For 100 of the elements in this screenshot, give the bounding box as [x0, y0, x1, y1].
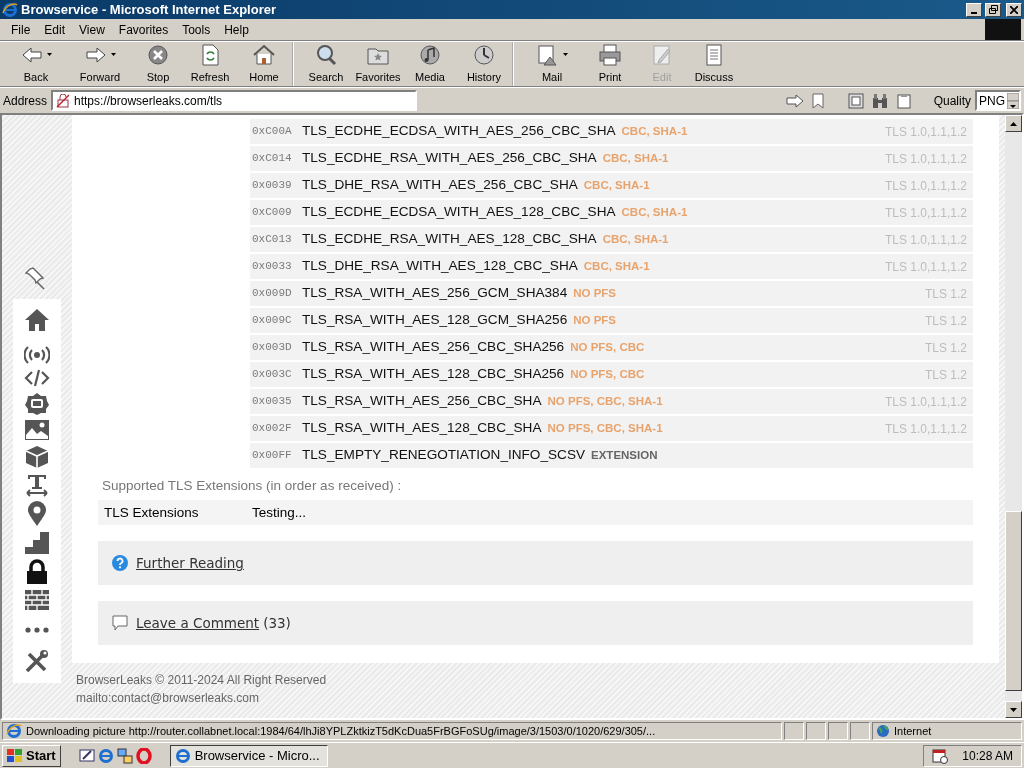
opera-icon[interactable]: [135, 747, 152, 764]
restore-button[interactable]: [985, 2, 1001, 17]
cipher-tags: NO PFS, CBC, SHA-1: [547, 419, 663, 438]
comment-link[interactable]: Leave a Comment: [136, 613, 260, 634]
cipher-code: 0x00FF: [252, 448, 293, 464]
toolbar-button[interactable]: Back: [4, 42, 68, 86]
minimize-icon: [971, 11, 977, 14]
cipher-tags: CBC, SHA-1: [602, 230, 669, 249]
cipher-tags: NO PFS, CBC: [570, 365, 645, 384]
cipher-code: 0xC00A: [252, 124, 293, 140]
menu-item[interactable]: View: [72, 19, 112, 40]
menu-item[interactable]: Help: [217, 19, 256, 40]
down-arrow-icon: [1010, 707, 1017, 712]
minimize-button[interactable]: [966, 2, 982, 17]
cipher-name: TLS_RSA_WITH_AES_128_GCM_SHA256: [302, 311, 568, 330]
window-title: Browservice - Microsoft Internet Explorer: [21, 0, 276, 19]
cipher-code: 0x003D: [252, 340, 293, 356]
cipher-code: 0xC014: [252, 151, 293, 167]
broken-lock-icon: [56, 93, 71, 108]
start-button[interactable]: Start: [2, 744, 61, 767]
home-icon[interactable]: [24, 307, 50, 333]
scroll-up-button[interactable]: [1005, 115, 1022, 132]
browser-icon: [2, 1, 18, 18]
toolbar-button[interactable]: Mail: [520, 42, 584, 86]
quality-spinner[interactable]: PNG: [975, 90, 1021, 111]
caret-icon: [563, 53, 568, 57]
bookmark-button[interactable]: [809, 92, 826, 109]
menu-item[interactable]: File: [4, 19, 38, 40]
toolbar-button[interactable]: Search: [300, 42, 352, 86]
cipher-tags: CBC, SHA-1: [583, 257, 650, 276]
cipher-name: TLS_RSA_WITH_AES_128_CBC_SHA: [302, 419, 542, 438]
toolbar-button[interactable]: History: [456, 42, 514, 86]
menu-item[interactable]: Edit: [37, 19, 73, 40]
toolbar-button[interactable]: Print: [584, 42, 636, 86]
restore-icon: [988, 5, 998, 14]
speech-bubble-icon: [112, 615, 128, 632]
globe-clock-icon: [472, 42, 496, 67]
cipher-name: TLS_DHE_RSA_WITH_AES_256_CBC_SHA: [302, 176, 578, 195]
picture-button[interactable]: [845, 92, 866, 109]
brick-wall-icon[interactable]: [24, 589, 50, 611]
status-text: Downloading picture http://router.collabnet.local:1984/64/lhJi8YPLZktkizT5dKcDua5FrBGFoSUg/image/3/1503/0/1020/629/305/...: [2, 722, 782, 740]
stop-icon: [146, 42, 170, 67]
footer-text: BrowserLeaks © 2011-2024 All Right Reserved: [76, 672, 328, 690]
taskbar-window-button[interactable]: Browservice - Micro...: [169, 744, 328, 767]
close-button[interactable]: [1006, 2, 1022, 17]
cipher-code: 0x002F: [252, 421, 293, 437]
menu-item[interactable]: Favorites: [111, 19, 176, 40]
scrollbar[interactable]: [1005, 115, 1022, 718]
text-size-icon[interactable]: [24, 473, 50, 497]
steps-icon[interactable]: [24, 531, 50, 555]
toolbar-button[interactable]: Discuss: [688, 42, 740, 86]
network-icon[interactable]: [116, 747, 133, 764]
cipher-code: 0xC013: [252, 232, 293, 248]
windows-flag-icon: [7, 748, 23, 763]
lock-icon[interactable]: [24, 559, 50, 585]
cipher-name: TLS_RSA_WITH_AES_256_GCM_SHA384: [302, 284, 568, 303]
calendar-icon[interactable]: [932, 747, 949, 764]
toolbar-button[interactable]: Refresh: [184, 42, 236, 86]
tools-icon[interactable]: [24, 649, 50, 675]
address-label: Address: [3, 92, 48, 110]
toolbar-button[interactable]: Forward: [68, 42, 132, 86]
clock: 10:28 AM: [962, 747, 1013, 765]
cipher-code: 0x009D: [252, 286, 293, 302]
caret-icon: [111, 53, 116, 57]
go-arrow-button[interactable]: [783, 93, 806, 108]
scroll-down-button[interactable]: [1005, 701, 1022, 718]
code-icon[interactable]: [24, 369, 50, 387]
mail-icon: [536, 42, 560, 67]
menu-item[interactable]: Tools: [175, 19, 218, 40]
further-reading-link[interactable]: Further Reading: [136, 553, 244, 574]
cipher-name: TLS_ECDHE_ECDSA_WITH_AES_128_CBC_SHA: [302, 203, 616, 222]
cipher-code: 0x0039: [252, 178, 293, 194]
cipher-tags: NO PFS: [573, 311, 616, 330]
cipher-tags: NO PFS, CBC, SHA-1: [547, 392, 663, 411]
cipher-name: TLS_EMPTY_RENEGOTIATION_INFO_SCSV: [302, 446, 585, 465]
toolbar-button[interactable]: Stop: [132, 42, 184, 86]
broadcast-icon[interactable]: [24, 345, 50, 365]
up-arrow-icon: [1010, 121, 1017, 126]
cipher-tags: NO PFS: [573, 284, 616, 303]
browser-icon: [174, 747, 191, 764]
close-icon: [1010, 5, 1018, 14]
address-field[interactable]: https://browserleaks.com/tls: [51, 90, 417, 111]
image-icon[interactable]: [24, 419, 50, 441]
spinner-arrows-icon: [1007, 92, 1019, 109]
cipher-code: 0x003C: [252, 367, 293, 383]
badge-icon[interactable]: [24, 391, 50, 415]
status-pane: [828, 722, 848, 740]
scroll-thumb[interactable]: [1005, 511, 1022, 691]
cipher-tags: EXTENSION: [591, 446, 658, 465]
status-pane: [806, 722, 826, 740]
cube-icon[interactable]: [24, 445, 50, 469]
toolbar-button[interactable]: Media: [404, 42, 456, 86]
toolbar-button[interactable]: Favorites: [352, 42, 404, 86]
caret-icon: [47, 53, 52, 57]
cipher-name: TLS_RSA_WITH_AES_256_CBC_SHA: [302, 392, 542, 411]
toolbar-button[interactable]: Home: [236, 42, 294, 86]
quality-label: Quality: [933, 92, 971, 110]
status-pane: [784, 722, 804, 740]
footer-text: mailto:contact@browserleaks.com: [76, 690, 260, 708]
comment-count: (33): [263, 614, 291, 634]
